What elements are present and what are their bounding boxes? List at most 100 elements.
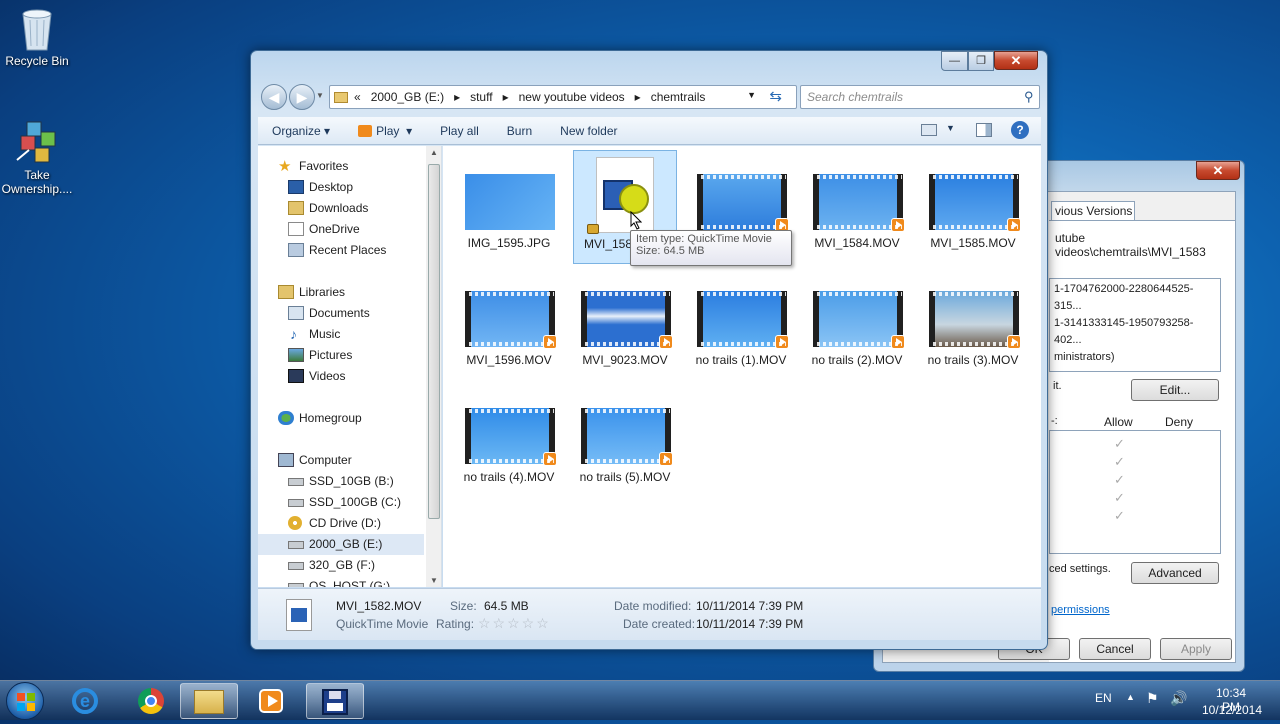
file-name: no trails (5).MOV <box>579 470 671 484</box>
scroll-thumb[interactable] <box>428 164 440 519</box>
rating-stars[interactable]: ☆☆☆☆☆ <box>478 615 551 632</box>
video-thumbnail <box>697 174 789 232</box>
taskbar-media[interactable] <box>242 683 300 719</box>
file-item[interactable]: no trails (4).MOV <box>457 384 561 498</box>
breadcrumb-overflow[interactable]: « <box>354 90 361 104</box>
group-name[interactable]: 1-3141333145-1950793258-402... <box>1054 315 1220 349</box>
play-all-button[interactable]: Play all <box>426 124 493 138</box>
chrome-icon <box>138 688 164 714</box>
volume-icon[interactable]: 🔊 <box>1170 690 1187 707</box>
file-item[interactable]: IMG_1595.JPG <box>457 150 561 264</box>
allow-header: Allow <box>1104 415 1133 429</box>
address-bar[interactable]: « 2000_GB (E:) ▸ stuff ▸ new youtube vid… <box>329 85 797 109</box>
apply-button[interactable]: Apply <box>1160 638 1232 660</box>
nav-computer[interactable]: Computer <box>258 450 424 471</box>
nav-music[interactable]: ♪ Music <box>258 324 424 345</box>
nav-drive-g[interactable]: OS_HOST (G:) <box>258 576 424 587</box>
file-item[interactable]: no trails (3).MOV <box>921 267 1025 381</box>
dialog-close-button[interactable]: ✕ <box>1196 161 1240 180</box>
folder-icon <box>194 690 224 714</box>
play-badge-icon <box>543 452 557 466</box>
taskbar-app[interactable] <box>306 683 364 719</box>
breadcrumb-drive[interactable]: 2000_GB (E:) <box>371 90 444 104</box>
group-name[interactable]: 1-1704762000-2280644525-315... <box>1054 281 1220 315</box>
tray-expand-icon[interactable]: ▲ <box>1126 692 1135 702</box>
file-item[interactable]: no trails (1).MOV <box>689 267 793 381</box>
new-folder-button[interactable]: New folder <box>546 124 631 138</box>
minimize-button[interactable]: — <box>941 51 968 71</box>
file-item[interactable]: MVI_1584.MOV <box>805 150 909 264</box>
taskbar-ie[interactable]: e <box>56 683 114 719</box>
nav-pictures[interactable]: Pictures <box>258 345 424 366</box>
nav-videos[interactable]: Videos <box>258 366 424 387</box>
language-indicator[interactable]: EN <box>1095 691 1112 705</box>
nav-downloads[interactable]: Downloads <box>258 198 424 219</box>
back-button[interactable]: ◀ <box>261 84 287 110</box>
forward-button[interactable]: ▶ <box>289 84 315 110</box>
edit-button[interactable]: Edit... <box>1131 379 1219 401</box>
taskbar-explorer[interactable] <box>180 683 238 719</box>
play-badge-icon <box>775 335 789 349</box>
permissions-link[interactable]: permissions <box>1051 604 1110 616</box>
recent-pages-chevron-icon[interactable]: ▼ <box>316 91 324 100</box>
permissions-list[interactable]: ✓ ✓ ✓ ✓ ✓ <box>1049 430 1221 554</box>
burn-button[interactable]: Burn <box>493 124 546 138</box>
search-input[interactable]: Search chemtrails <box>800 85 1040 109</box>
nav-drive-b[interactable]: SSD_10GB (B:) <box>258 471 424 492</box>
file-item[interactable]: no trails (5).MOV <box>573 384 677 498</box>
nav-drive-f[interactable]: 320_GB (F:) <box>258 555 424 576</box>
command-bar: Organize ▾ Play ▾ Play all Burn New fold… <box>258 117 1041 145</box>
nav-homegroup[interactable]: Homegroup <box>258 408 424 429</box>
organize-menu[interactable]: Organize ▾ <box>258 124 344 138</box>
videos-icon <box>288 369 304 383</box>
taskbar-chrome[interactable] <box>122 683 180 719</box>
advanced-button[interactable]: Advanced <box>1131 562 1219 584</box>
view-dropdown-icon[interactable]: ▼ <box>946 123 955 133</box>
take-ownership-shortcut[interactable]: Take Ownership.... <box>0 120 74 196</box>
nav-drive-d[interactable]: CD Drive (D:) <box>258 513 424 534</box>
nav-favorites[interactable]: ★ Favorites <box>258 156 424 177</box>
recycle-bin-shortcut[interactable]: Recycle Bin <box>0 6 74 68</box>
maximize-button[interactable]: ❐ <box>968 51 994 71</box>
file-item[interactable]: MVI_1585.MOV <box>921 150 1025 264</box>
nav-desktop[interactable]: Desktop <box>258 177 424 198</box>
scroll-down-icon[interactable]: ▼ <box>430 576 438 585</box>
clock-date[interactable]: 10/12/2014 <box>1200 703 1264 717</box>
file-item[interactable]: no trails (2).MOV <box>805 267 909 381</box>
nav-onedrive[interactable]: OneDrive <box>258 219 424 240</box>
play-menu[interactable]: Play ▾ <box>344 124 426 138</box>
help-icon[interactable]: ? <box>1011 121 1029 139</box>
cd-drive-icon <box>288 516 302 530</box>
file-item[interactable]: MVI_9023.MOV <box>573 267 677 381</box>
video-thumbnail <box>581 408 673 466</box>
drive-icon <box>288 583 304 587</box>
change-view-icon[interactable] <box>921 124 937 136</box>
breadcrumb-stuff[interactable]: stuff <box>470 90 492 104</box>
play-badge-icon <box>543 335 557 349</box>
take-ownership-label-1: Take <box>24 168 50 182</box>
cancel-button[interactable]: Cancel <box>1079 638 1151 660</box>
nav-documents[interactable]: Documents <box>258 303 424 324</box>
breadcrumb-youtube[interactable]: new youtube videos <box>519 90 625 104</box>
tab-previous-versions[interactable]: vious Versions <box>1051 201 1135 220</box>
address-dropdown-icon[interactable]: ▼ <box>747 90 756 100</box>
file-item[interactable]: MVI_1596.MOV <box>457 267 561 381</box>
start-button[interactable] <box>6 682 44 720</box>
nav-scrollbar[interactable]: ▲ ▼ <box>426 146 441 587</box>
group-name[interactable]: ministrators) <box>1054 349 1220 366</box>
nav-libraries[interactable]: Libraries <box>258 282 424 303</box>
action-center-icon[interactable]: ⚑ <box>1146 690 1159 707</box>
nav-drive-e[interactable]: 2000_GB (E:) <box>258 534 424 555</box>
close-button[interactable]: ✕ <box>994 51 1038 70</box>
group-names-list[interactable]: 1-1704762000-2280644525-315... 1-3141333… <box>1049 278 1221 372</box>
preview-pane-icon[interactable] <box>976 123 992 137</box>
desktop-icon <box>288 180 304 194</box>
breadcrumb-chemtrails[interactable]: chemtrails <box>651 90 706 104</box>
nav-drive-c[interactable]: SSD_100GB (C:) <box>258 492 424 513</box>
scroll-up-icon[interactable]: ▲ <box>426 148 441 157</box>
nav-recent-places[interactable]: Recent Places <box>258 240 424 261</box>
play-badge-icon <box>659 335 673 349</box>
refresh-icon[interactable]: ⇆ <box>769 87 782 105</box>
breadcrumb-sep-icon: ▸ <box>454 90 461 104</box>
file-list: IMG_1595.JPG MVI_158 MVI_1584.MOV MVI_1585.… <box>443 146 1041 587</box>
